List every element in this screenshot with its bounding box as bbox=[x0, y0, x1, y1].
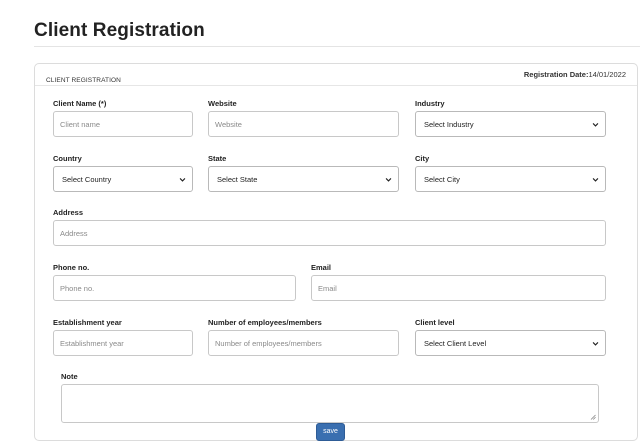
phone-label: Phone no. bbox=[53, 263, 90, 272]
chevron-down-icon bbox=[179, 178, 186, 182]
registration-date: Registration Date:14/01/2022 bbox=[524, 70, 626, 79]
chevron-down-icon bbox=[592, 342, 599, 346]
address-label: Address bbox=[53, 208, 84, 217]
phone-input[interactable] bbox=[53, 275, 296, 301]
chevron-down-icon bbox=[385, 178, 392, 182]
country-select-value: Select Country bbox=[62, 175, 112, 184]
client-level-label: Client level bbox=[415, 318, 455, 327]
employees-label: Number of employees/members bbox=[208, 318, 322, 327]
city-select-value: Select City bbox=[424, 175, 460, 184]
save-button[interactable]: save bbox=[316, 423, 345, 441]
employees-input[interactable] bbox=[208, 330, 399, 356]
country-label: Country bbox=[53, 154, 82, 163]
website-input[interactable] bbox=[208, 111, 399, 137]
industry-select-value: Select Industry bbox=[424, 120, 474, 129]
email-input[interactable] bbox=[311, 275, 606, 301]
registration-date-label: Registration Date: bbox=[523, 70, 589, 79]
card-header: CLIENT REGISTRATION Registration Date:14… bbox=[35, 64, 637, 86]
establishment-year-label: Establishment year bbox=[53, 318, 122, 327]
client-level-select-value: Select Client Level bbox=[424, 339, 487, 348]
website-label: Website bbox=[208, 99, 237, 108]
industry-select[interactable]: Select Industry bbox=[415, 111, 606, 137]
note-label: Note bbox=[61, 372, 78, 381]
state-label: State bbox=[208, 154, 227, 163]
chevron-down-icon bbox=[592, 123, 599, 127]
state-select[interactable]: Select State bbox=[208, 166, 399, 192]
registration-date-value: 14/01/2022 bbox=[588, 70, 626, 79]
email-label: Email bbox=[311, 263, 332, 272]
card-header-label: CLIENT REGISTRATION bbox=[46, 77, 121, 84]
title-divider bbox=[34, 46, 640, 47]
page-title: Client Registration bbox=[34, 20, 205, 41]
industry-label: Industry bbox=[415, 99, 445, 108]
client-name-input[interactable] bbox=[53, 111, 193, 137]
country-select[interactable]: Select Country bbox=[53, 166, 193, 192]
state-select-value: Select State bbox=[217, 175, 258, 184]
establishment-year-input[interactable] bbox=[53, 330, 193, 356]
client-name-label: Client Name (*) bbox=[53, 99, 107, 108]
city-label: City bbox=[415, 154, 430, 163]
client-level-select[interactable]: Select Client Level bbox=[415, 330, 606, 356]
city-select[interactable]: Select City bbox=[415, 166, 606, 192]
address-input[interactable] bbox=[53, 220, 606, 246]
note-textarea[interactable] bbox=[61, 384, 599, 423]
resize-grip-icon[interactable] bbox=[590, 414, 596, 420]
chevron-down-icon bbox=[592, 178, 599, 182]
